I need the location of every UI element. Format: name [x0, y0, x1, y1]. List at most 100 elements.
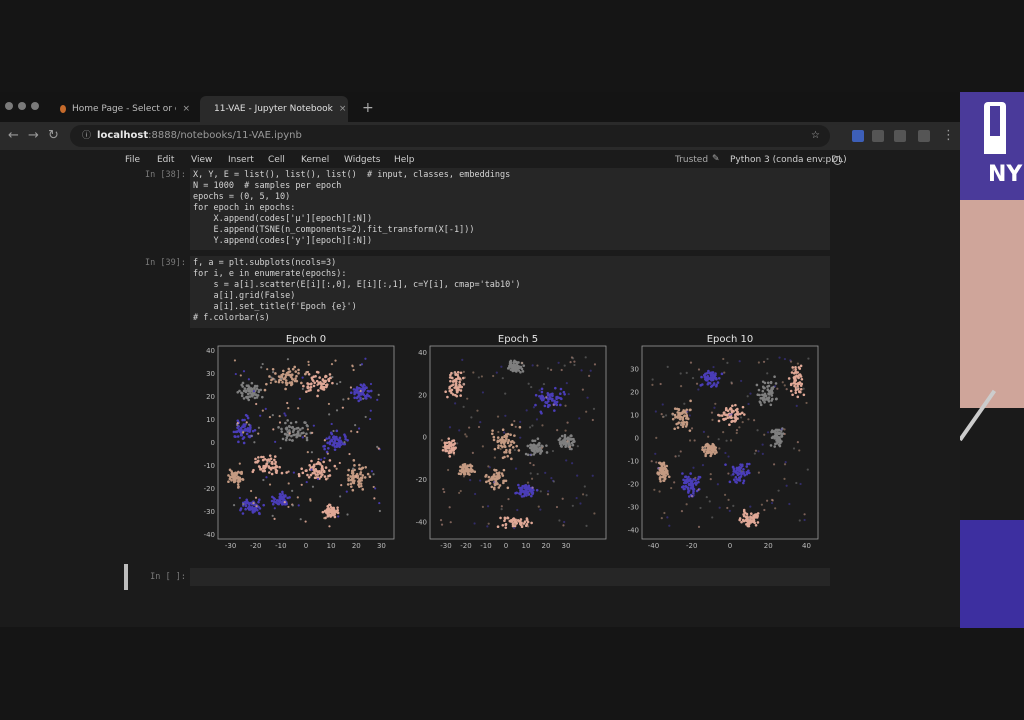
- menu-cell[interactable]: Cell: [268, 155, 285, 165]
- bookmark-star-icon[interactable]: ☆: [811, 125, 820, 147]
- close-tab-icon[interactable]: ×: [339, 104, 347, 114]
- reload-icon[interactable]: ↻: [48, 128, 59, 143]
- scatter-point: [709, 472, 712, 476]
- x-tick-label: 0: [504, 542, 508, 550]
- scatter-point: [738, 517, 742, 520]
- close-tab-icon[interactable]: ×: [182, 104, 190, 114]
- tab-home-page[interactable]: Home Page - Select or create a ×: [52, 96, 198, 122]
- scatter-point: [361, 488, 365, 491]
- scatter-point: [660, 467, 664, 471]
- scatter-point: [281, 500, 284, 504]
- extension-icon[interactable]: [872, 130, 884, 142]
- scatter-point: [324, 466, 328, 469]
- menu-view[interactable]: View: [191, 155, 212, 165]
- scatter-point: [749, 505, 752, 508]
- menu-kernel[interactable]: Kernel: [301, 155, 329, 165]
- scatter-point: [690, 495, 694, 498]
- scatter-point: [559, 392, 562, 396]
- minimize-window-dot[interactable]: [18, 102, 26, 110]
- scatter-point: [773, 445, 777, 448]
- scatter-point: [741, 420, 744, 424]
- address-bar[interactable]: ⓘ localhost:8888/notebooks/11-VAE.ipynb ☆: [70, 125, 830, 147]
- x-tick-label: 20: [764, 542, 773, 550]
- scatter-point: [444, 390, 447, 393]
- scatter-point: [660, 413, 663, 416]
- y-tick-label: 10: [630, 411, 639, 419]
- scatter-point: [328, 513, 332, 517]
- tab-notebook[interactable]: 11-VAE - Jupyter Notebook ×: [200, 96, 348, 122]
- scatter-point: [234, 435, 237, 439]
- scatter-point: [284, 373, 287, 376]
- menu-widgets[interactable]: Widgets: [344, 155, 380, 165]
- maximize-window-dot[interactable]: [31, 102, 39, 110]
- extension-icon[interactable]: [918, 130, 930, 142]
- scatter-point: [364, 415, 367, 419]
- scatter-point: [757, 471, 760, 474]
- scatter-point: [565, 459, 568, 462]
- scatter-point: [758, 393, 761, 397]
- menu-edit[interactable]: Edit: [157, 155, 174, 165]
- scatter-point: [362, 393, 366, 396]
- scatter-point: [735, 412, 739, 416]
- scatter-point: [485, 480, 488, 484]
- scatter-point: [673, 413, 677, 417]
- scatter-point: [528, 426, 532, 429]
- menu-insert[interactable]: Insert: [228, 155, 254, 165]
- scatter-point: [289, 421, 293, 425]
- info-icon[interactable]: ⓘ: [82, 131, 91, 141]
- code-cell-2[interactable]: f, a = plt.subplots(ncols=3) for i, e in …: [190, 256, 830, 328]
- scatter-point: [278, 421, 282, 424]
- empty-code-cell[interactable]: [190, 568, 830, 586]
- code-cell-1[interactable]: X, Y, E = list(), list(), list() # input…: [190, 168, 830, 250]
- scatter-point: [697, 388, 700, 391]
- scatter-point: [724, 463, 727, 466]
- scatter-point: [448, 455, 452, 458]
- scatter-point: [729, 416, 733, 419]
- scatter-point: [361, 466, 365, 470]
- forward-icon[interactable]: →: [28, 128, 39, 143]
- scatter-point: [723, 493, 727, 496]
- scatter-point: [312, 375, 315, 379]
- kernel-name[interactable]: Python 3 (conda env:pDL): [730, 155, 847, 165]
- scatter-point: [325, 383, 329, 386]
- trusted-indicator[interactable]: Trusted: [675, 155, 708, 165]
- scatter-point: [514, 519, 517, 523]
- scatter-point: [359, 396, 362, 400]
- scatter-point: [774, 382, 778, 385]
- scatter-point: [439, 518, 443, 522]
- scatter-point: [238, 471, 242, 474]
- scatter-point: [729, 439, 733, 442]
- scatter-point: [534, 451, 537, 454]
- scatter-point: [374, 487, 377, 490]
- extension-icon[interactable]: [852, 130, 864, 142]
- extension-icon[interactable]: [894, 130, 906, 142]
- scatter-point: [307, 475, 311, 479]
- new-tab-button[interactable]: +: [362, 100, 374, 116]
- scatter-point: [328, 435, 331, 438]
- scatter-point: [663, 471, 667, 475]
- menu-help[interactable]: Help: [394, 155, 415, 165]
- scatter-point: [689, 399, 692, 403]
- code-line: a[i].grid(False): [193, 291, 296, 301]
- scatter-point: [268, 375, 271, 378]
- scatter-point: [560, 397, 563, 401]
- scatter-point: [257, 426, 261, 429]
- scatter-point: [769, 403, 773, 407]
- menu-kebab-icon[interactable]: ⋮: [942, 128, 955, 143]
- scatter-point: [697, 368, 701, 371]
- scatter-point: [778, 438, 782, 441]
- scatter-point: [328, 469, 331, 472]
- scatter-point: [724, 407, 728, 410]
- scatter-point: [271, 502, 275, 506]
- back-icon[interactable]: ←: [8, 128, 19, 143]
- scatter-point: [335, 445, 339, 449]
- menu-file[interactable]: File: [125, 155, 140, 165]
- scatter-point: [350, 430, 353, 433]
- close-window-dot[interactable]: [5, 102, 13, 110]
- scatter-point: [679, 372, 682, 375]
- scatter-point: [316, 477, 320, 481]
- scatter-point: [486, 525, 489, 528]
- y-tick-label: 20: [206, 393, 215, 401]
- edit-pencil-icon[interactable]: ✎: [712, 154, 720, 164]
- scatter-point: [555, 400, 559, 404]
